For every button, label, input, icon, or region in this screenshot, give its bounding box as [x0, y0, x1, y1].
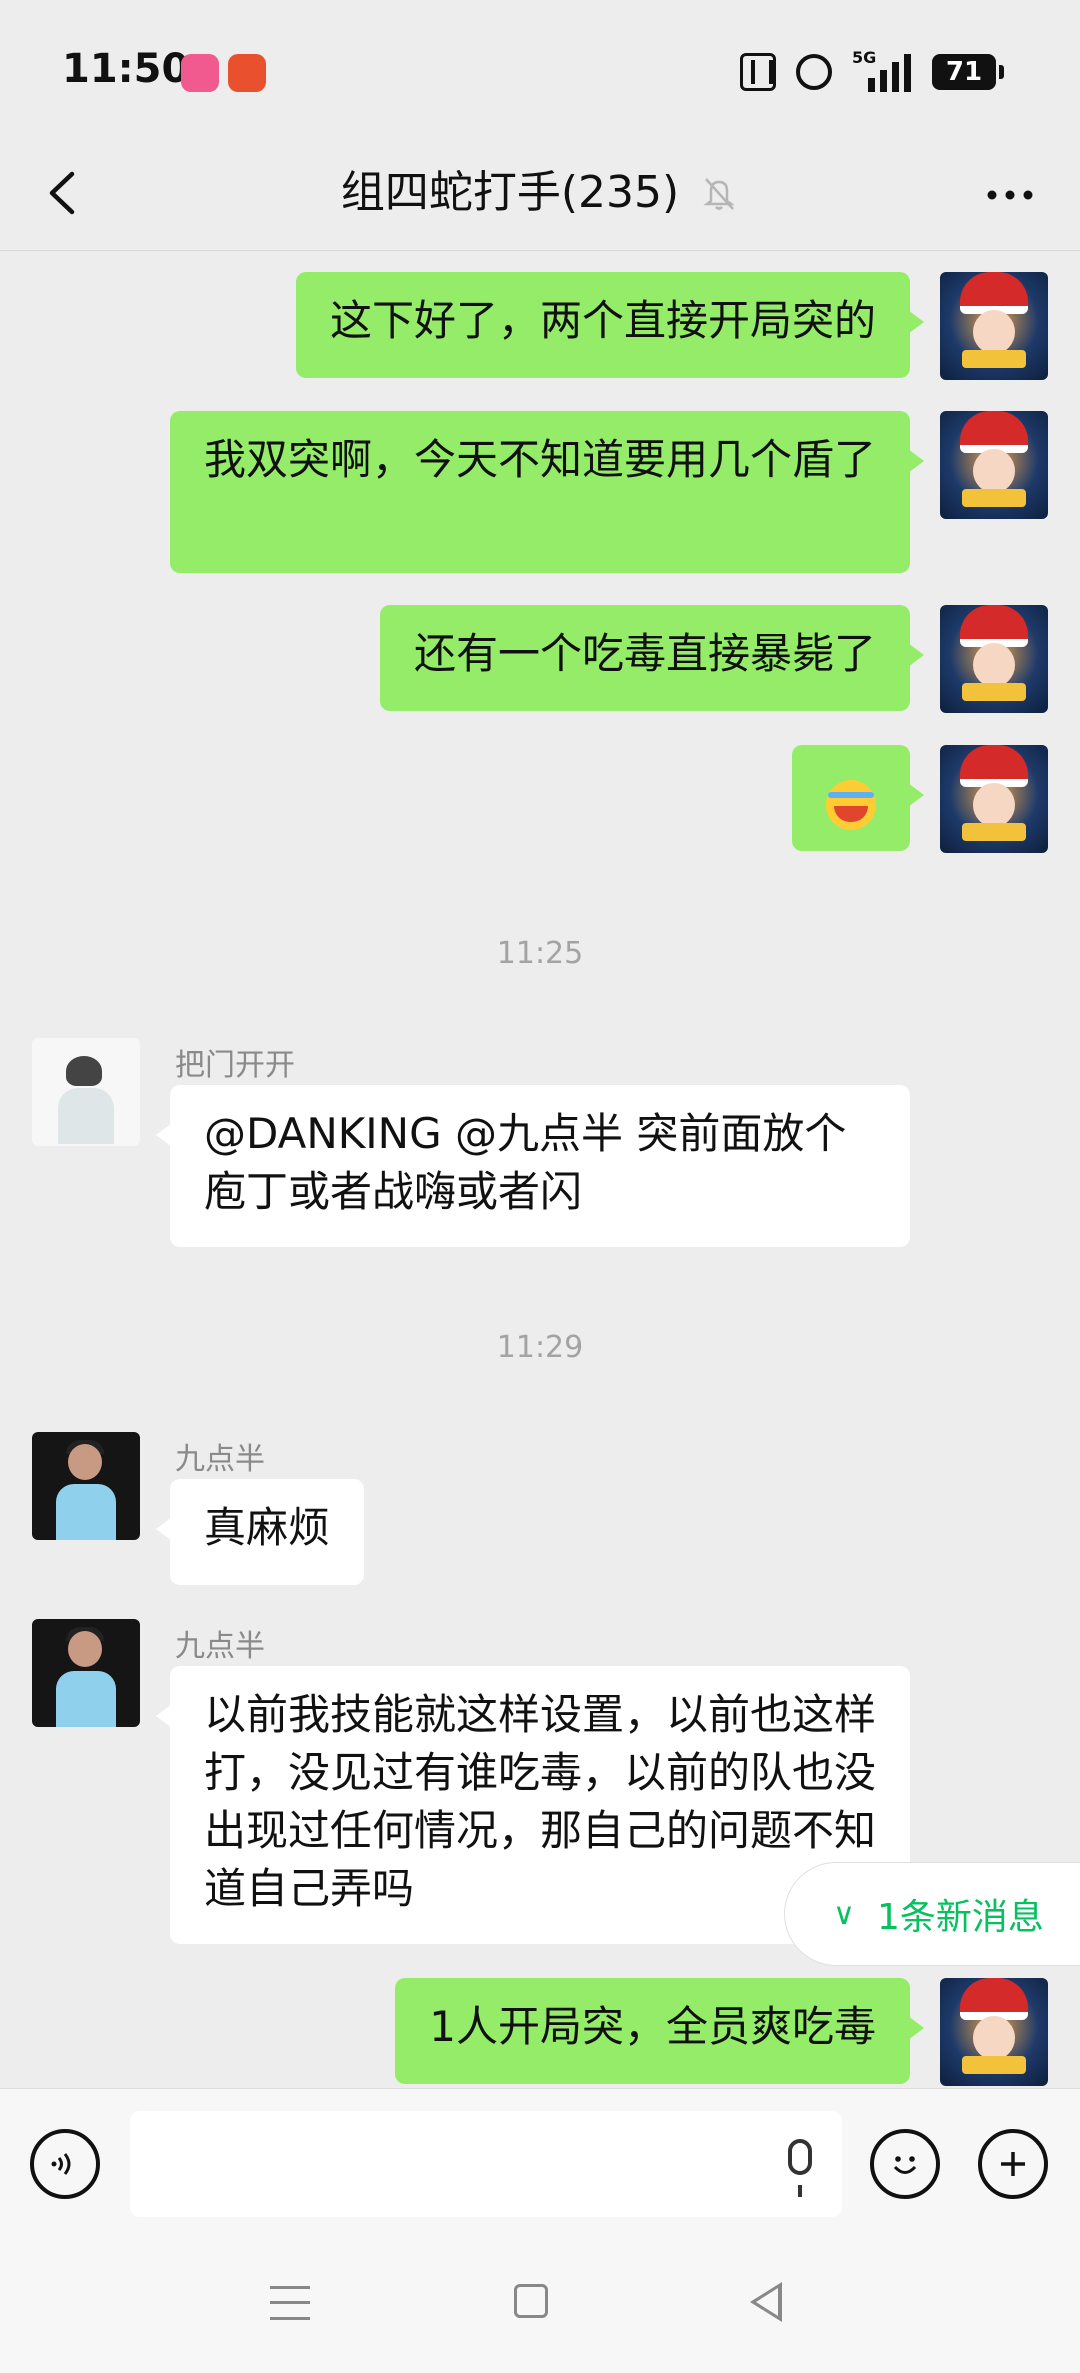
- message-bubble[interactable]: 我双突啊，今天不知道要用几个盾了: [170, 411, 924, 573]
- chevron-double-down-icon: ∨: [833, 1896, 855, 1932]
- voice-icon[interactable]: [30, 2129, 100, 2199]
- message-bubble[interactable]: [792, 745, 924, 851]
- new-messages-button[interactable]: ∨ 1条新消息: [784, 1862, 1080, 1966]
- app-icon: [228, 54, 266, 92]
- message-bubble[interactable]: 真麻烦: [155, 1479, 365, 1585]
- new-messages-label: 1条新消息: [876, 1897, 1044, 1938]
- crying-laughing-emoji-icon: [826, 779, 876, 830]
- bilibili-icon: [181, 54, 219, 92]
- chat-title: 组四蛇打手(235): [340, 167, 680, 218]
- chat-header: 组四蛇打手(235): [0, 140, 1080, 251]
- menu-icon[interactable]: [270, 2286, 310, 2320]
- emoji-icon[interactable]: [870, 2129, 940, 2199]
- message-bubble[interactable]: 1人开局突，全员爽吃毒: [395, 1978, 924, 2084]
- bell-off-icon: [703, 178, 735, 210]
- sender-name: 把门开开: [175, 1048, 295, 1083]
- battery-level: 71: [945, 57, 983, 87]
- avatar[interactable]: [940, 605, 1048, 713]
- nfc-icon: [740, 53, 776, 91]
- mic-icon[interactable]: [788, 2139, 812, 2197]
- system-nav-bar: [0, 2238, 1080, 2373]
- avatar[interactable]: [940, 745, 1048, 853]
- plus-icon[interactable]: [978, 2129, 1048, 2199]
- more-dots-icon[interactable]: [980, 170, 1040, 220]
- timestamp: 11:29: [496, 1330, 584, 1365]
- message-bubble[interactable]: 这下好了，两个直接开局突的: [295, 272, 925, 378]
- alarm-icon: [796, 54, 832, 90]
- back-icon[interactable]: [750, 2282, 782, 2322]
- avatar[interactable]: [940, 411, 1048, 519]
- signal-icon: 5G: [852, 48, 912, 92]
- status-time: 11:50: [62, 46, 190, 92]
- sender-name: 九点半: [175, 1442, 265, 1477]
- status-bar: 11:50 5G 71: [0, 0, 1080, 140]
- input-bar: [0, 2088, 1080, 2239]
- avatar[interactable]: [940, 1978, 1048, 2086]
- avatar[interactable]: [32, 1038, 140, 1146]
- chat-title-wrap: 组四蛇打手(235): [0, 158, 1080, 228]
- home-icon[interactable]: [514, 2284, 548, 2318]
- sender-name: 九点半: [175, 1629, 265, 1664]
- avatar[interactable]: [32, 1619, 140, 1727]
- battery-icon: 71: [932, 54, 1004, 90]
- message-input[interactable]: [130, 2111, 842, 2217]
- avatar[interactable]: [32, 1432, 140, 1540]
- message-bubble[interactable]: @DANKING @九点半 突前面放个庖丁或者战嗨或者闪: [156, 1085, 910, 1247]
- timestamp: 11:25: [496, 936, 584, 971]
- message-bubble[interactable]: 还有一个吃毒直接暴毙了: [379, 605, 925, 711]
- network-type: 5G: [852, 48, 877, 67]
- avatar[interactable]: [940, 272, 1048, 380]
